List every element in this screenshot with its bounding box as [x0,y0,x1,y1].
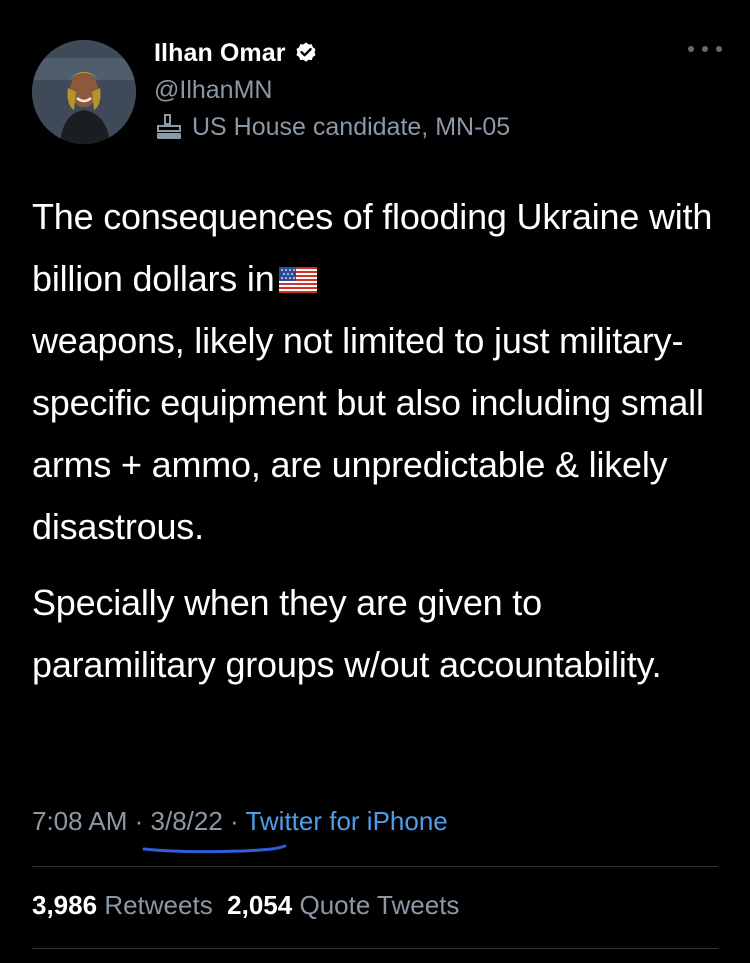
tweet-date[interactable]: 3/8/22 [151,806,223,836]
more-dot [702,46,708,52]
tweet-paragraph-1: The consequences of flooding Ukraine wit… [32,186,722,558]
more-options-icon[interactable] [688,42,722,56]
meta-separator: · [222,806,246,836]
author-handle[interactable]: @IlhanMN [154,76,272,105]
us-flag-icon [278,250,317,293]
avatar[interactable] [32,40,136,144]
retweets-label: Retweets [104,890,213,920]
government-building-icon [154,112,184,142]
tweet-stats: 3,986 Retweets 2,054 Quote Tweets [32,890,459,921]
account-label-text: US House candidate, MN-05 [192,112,511,141]
quote-tweets-count: 2,054 [227,890,293,920]
account-label: US House candidate, MN-05 [154,112,510,142]
tweet-text-part: The consequences of flooding Ukraine wit… [32,196,713,299]
tweet-header: Ilhan Omar @IlhanMN US House candidate, … [32,36,722,156]
tweet-time[interactable]: 7:08 AM [32,806,127,836]
name-row: Ilhan Omar [154,38,318,68]
quote-tweets-label: Quote Tweets [299,890,460,920]
quote-tweets-stat[interactable]: 2,054 Quote Tweets [227,890,459,920]
more-dot [716,46,722,52]
more-dot [688,46,694,52]
meta-separator: · [127,806,151,836]
retweets-stat[interactable]: 3,986 Retweets [32,890,213,920]
verified-badge-icon [294,41,318,65]
divider [32,866,718,867]
tweet-paragraph-2: Specially when they are given to paramil… [32,582,662,685]
tweet-source-link[interactable]: Twitter for iPhone [245,806,447,836]
author-name[interactable]: Ilhan Omar [154,39,286,68]
tweet-meta: 7:08 AM · 3/8/22 · Twitter for iPhone [32,806,448,837]
date-annotation-underline [142,844,287,854]
tweet-text: The consequences of flooding Ukraine wit… [32,186,722,696]
tweet-text-part: weapons, likely not limited to just mili… [32,320,704,547]
divider [32,948,718,949]
retweets-count: 3,986 [32,890,98,920]
